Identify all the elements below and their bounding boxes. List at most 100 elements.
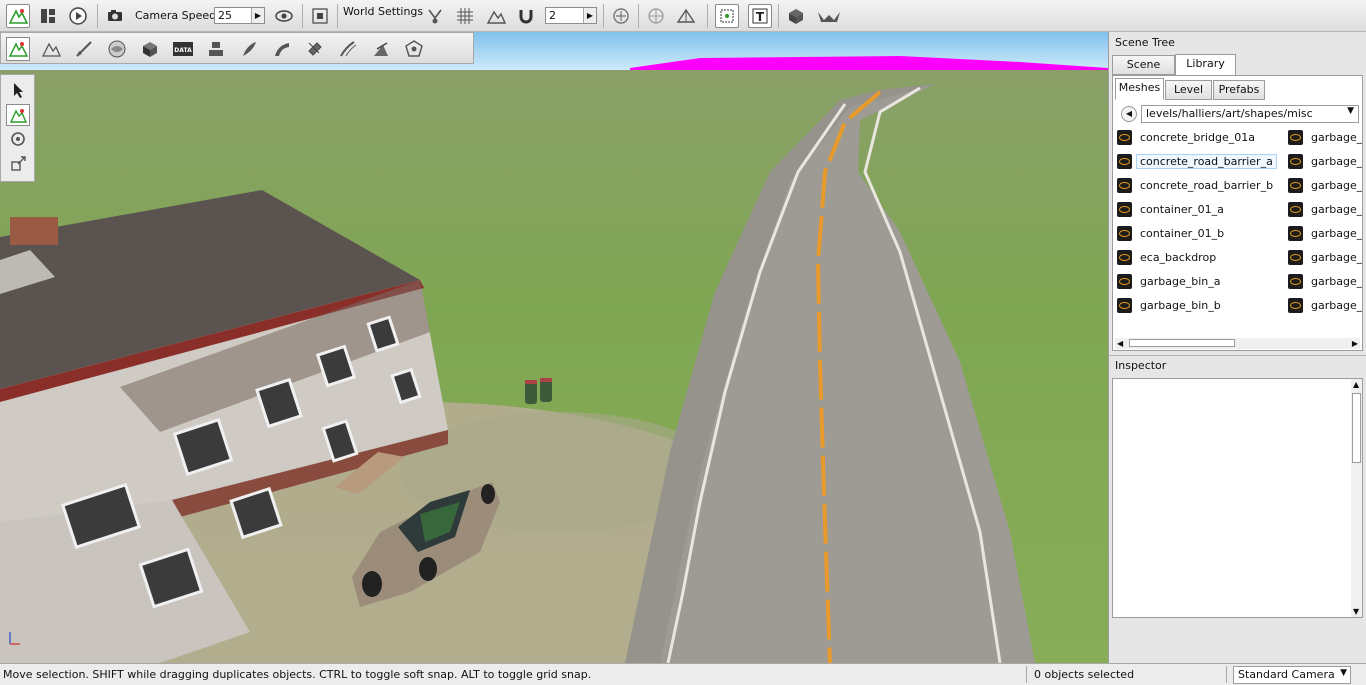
mesh-icon [1117,249,1132,265]
terrain-editor-icon[interactable] [39,37,63,61]
tab-level[interactable]: Level [1165,80,1212,100]
fit-view-icon[interactable] [308,4,332,28]
grid-snap-size-input[interactable]: 2 ▶ [545,7,597,24]
scroll-up-icon[interactable]: ▲ [1353,380,1359,389]
list-item[interactable]: garbage_bu [1288,128,1362,148]
panel-divider[interactable] [1109,355,1366,356]
scroll-left-icon[interactable]: ◀ [1117,339,1123,348]
drop-object-icon[interactable] [784,4,808,28]
mesh-icon [1117,273,1132,289]
visibility-eye-icon[interactable] [272,4,296,28]
world-settings-label[interactable]: World Settings [343,5,423,18]
object-center-icon[interactable] [609,4,633,28]
mesh-list: concrete_bridge_01a concrete_road_barrie… [1113,126,1362,316]
decal-editor-icon[interactable] [204,37,228,61]
mesh-icon [1288,249,1303,265]
list-item[interactable]: concrete_road_barrier_b [1117,176,1282,196]
list-item[interactable]: garbage_bu [1288,152,1362,172]
datablock-editor-icon[interactable]: DATA [171,37,195,61]
grid-icon[interactable] [453,4,477,28]
list-item[interactable]: garbage_bin_a [1117,272,1282,292]
mesh-icon [1117,177,1132,193]
mesh-road-editor-icon[interactable] [270,37,294,61]
transform-tool-palette [0,74,35,182]
scene-tree-title: Scene Tree [1115,36,1175,49]
library-pane: Meshes Level Prefabs ◀ levels/halliers/a… [1112,75,1363,351]
bounds-center-icon[interactable] [644,4,668,28]
world-transform-icon[interactable] [674,4,698,28]
selection-lock-icon[interactable] [715,4,739,28]
magnet-icon[interactable] [514,4,538,28]
mesh-icon [1117,297,1132,313]
scrollbar-thumb[interactable] [1129,339,1235,347]
list-item[interactable]: concrete_road_barrier_a [1117,152,1282,172]
list-item[interactable]: eca_backdrop [1117,248,1282,268]
drop-at-camera-icon[interactable] [814,4,844,28]
navmesh-editor-icon[interactable] [402,37,426,61]
svg-text:DATA: DATA [174,47,192,54]
mesh-icon [1288,225,1303,241]
list-item[interactable]: garbage_sa [1288,296,1362,316]
object-editor-icon[interactable] [6,37,30,61]
list-item[interactable]: garbage_pl [1288,272,1362,292]
shape-editor-icon[interactable] [369,37,393,61]
scene-render [0,32,1108,663]
mesh-icon [1117,129,1132,145]
status-bar: Move selection. SHIFT while dragging dup… [0,663,1366,685]
gui-editor-icon[interactable] [36,4,60,28]
library-path-dropdown[interactable]: levels/halliers/art/shapes/misc ▼ [1141,105,1359,123]
list-item[interactable]: container_01_b [1117,224,1282,244]
terrain-snap-icon[interactable] [484,4,508,28]
inspector-pane: ▲ ▼ [1112,378,1363,618]
tab-library[interactable]: Library [1175,54,1236,76]
camera-speed-input[interactable]: 25 ▶ [214,7,265,24]
list-item[interactable]: concrete_bridge_01a [1117,128,1282,148]
play-game-icon[interactable] [66,4,90,28]
mesh-icon [1117,153,1132,169]
mesh-icon [1288,129,1303,145]
terrain-painter-icon[interactable] [72,37,96,61]
inspector-title: Inspector [1115,359,1167,372]
scroll-down-icon[interactable]: ▼ [1353,607,1359,616]
horizontal-scrollbar[interactable]: ◀ ▶ [1115,338,1360,349]
river-editor-icon[interactable] [303,37,327,61]
vertical-scrollbar[interactable]: ▲ ▼ [1351,379,1362,617]
library-path-value: levels/halliers/art/shapes/misc [1146,107,1313,120]
move-tool-icon[interactable] [6,104,30,126]
scale-tool-icon[interactable] [6,153,30,175]
spin-right-icon[interactable]: ▶ [583,8,596,23]
sketch-tool-icon[interactable] [138,37,162,61]
scrollbar-thumb[interactable] [1352,393,1361,463]
text-label-icon[interactable]: T [748,4,772,28]
mesh-icon [1288,153,1303,169]
tab-meshes[interactable]: Meshes [1115,78,1164,100]
list-item[interactable]: container_01_a [1117,200,1282,220]
world-editor-icon[interactable] [6,4,30,28]
mesh-icon [1288,273,1303,289]
selection-count: 0 objects selected [1034,668,1135,681]
rotate-tool-icon[interactable] [6,128,30,150]
material-editor-icon[interactable] [105,37,129,61]
camera-icon[interactable] [104,4,128,28]
snap-settings-icon[interactable] [423,4,447,28]
chevron-down-icon: ▼ [1340,668,1347,678]
spin-right-icon[interactable]: ▶ [251,8,264,23]
camera-speed-label: Camera Speed [135,9,217,22]
back-arrow-icon[interactable]: ◀ [1121,106,1137,122]
list-item[interactable]: garbage_pl [1288,248,1362,268]
tab-prefabs[interactable]: Prefabs [1213,80,1265,100]
list-item[interactable]: garbage_ca [1288,176,1362,196]
road-editor-icon[interactable] [336,37,360,61]
list-item[interactable]: garbage_ca [1288,200,1362,220]
scene-tree-panel: Scene Tree Scene Library Meshes Level Pr… [1108,32,1366,663]
status-hint: Move selection. SHIFT while dragging dup… [3,668,592,681]
forest-editor-icon[interactable] [237,37,261,61]
camera-mode-select[interactable]: Standard Camera ▼ [1233,666,1351,684]
list-item[interactable]: garbage_lit [1288,224,1362,244]
scroll-right-icon[interactable]: ▶ [1352,339,1358,348]
tab-scene[interactable]: Scene [1112,55,1175,75]
mesh-icon [1288,201,1303,217]
3d-viewport[interactable] [0,32,1108,663]
select-arrow-icon[interactable] [6,79,30,101]
list-item[interactable]: garbage_bin_b [1117,296,1282,316]
